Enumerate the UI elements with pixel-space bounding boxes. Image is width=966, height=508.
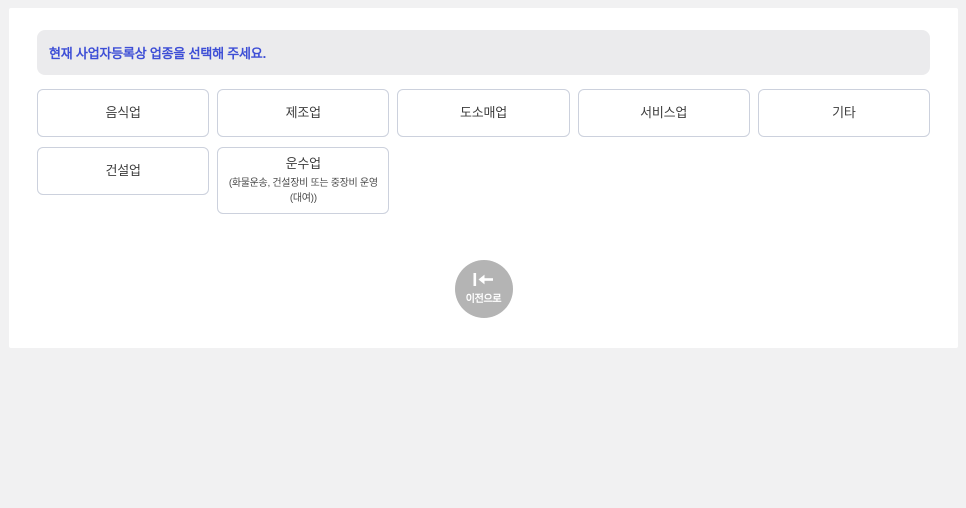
content-panel: 현재 사업자등록상 업종을 선택해 주세요. 음식업 제조업 도소매업 서비스업… (9, 8, 958, 348)
option-label: 도소매업 (459, 104, 507, 120)
option-label: 서비스업 (640, 104, 688, 120)
notice-banner: 현재 사업자등록상 업종을 선택해 주세요. (37, 30, 930, 75)
back-button[interactable]: 이전으로 (454, 260, 513, 318)
option-label: 제조업 (285, 104, 321, 120)
option-wholesale-retail-button[interactable]: 도소매업 (397, 89, 570, 137)
option-label: 운수업 (285, 156, 321, 171)
option-etc-button[interactable]: 기타 (757, 89, 930, 137)
option-label: 기타 (832, 104, 856, 120)
option-transport-button[interactable]: 운수업 (화물운송, 건설장비 또는 중장비 운영 (대여)) (217, 147, 390, 214)
option-food-button[interactable]: 음식업 (37, 89, 210, 137)
arrow-left-to-bar-icon (473, 273, 494, 286)
option-service-button[interactable]: 서비스업 (577, 89, 750, 137)
option-label: 건설업 (105, 162, 141, 178)
business-type-grid: 음식업 제조업 도소매업 서비스업 기타 건설업 운수업 (화물운송, 건설장비… (37, 89, 930, 214)
notice-text: 현재 사업자등록상 업종을 선택해 주세요. (49, 46, 266, 61)
option-manufacturing-button[interactable]: 제조업 (217, 89, 390, 137)
option-sublabel: (화물운송, 건설장비 또는 중장비 운영 (대여)) (228, 177, 378, 204)
option-label: 음식업 (105, 104, 141, 120)
option-construction-button[interactable]: 건설업 (37, 147, 210, 195)
back-button-label: 이전으로 (465, 294, 502, 305)
